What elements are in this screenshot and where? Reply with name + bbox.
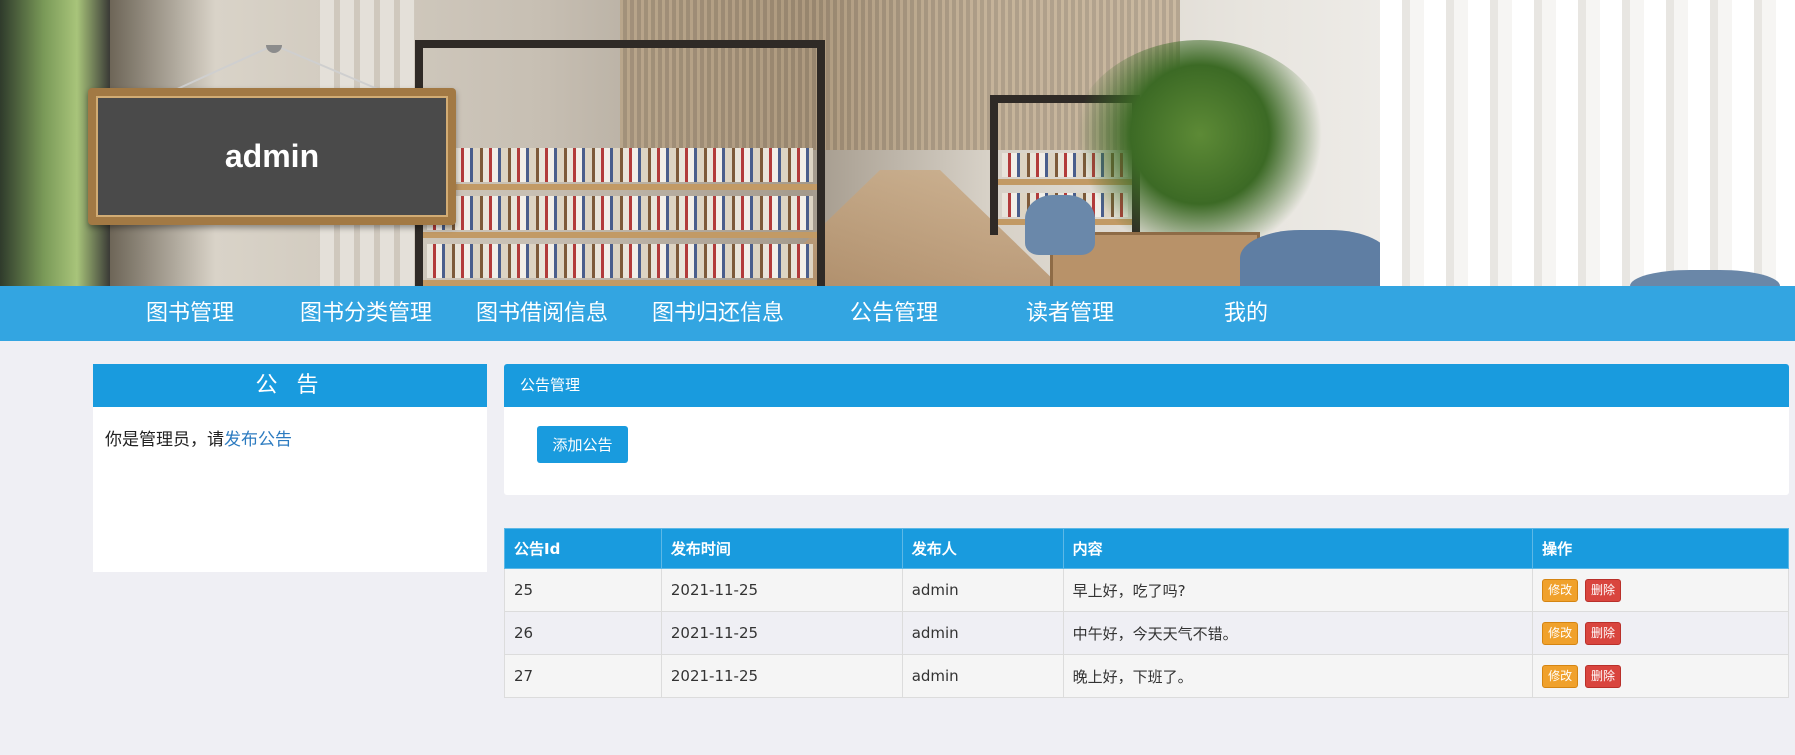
cell-actions: 修改 删除 xyxy=(1532,654,1789,698)
banner-chair xyxy=(1025,195,1095,255)
nav-item-reader-management[interactable]: 读者管理 xyxy=(1026,286,1114,341)
user-sign: admin xyxy=(88,88,456,225)
column-header-id: 公告Id xyxy=(504,528,662,569)
cell-publisher: admin xyxy=(901,611,1064,655)
nav-item-book-category[interactable]: 图书分类管理 xyxy=(300,286,432,341)
add-notice-button[interactable]: 添加公告 xyxy=(537,426,628,463)
banner-plant xyxy=(1070,40,1330,250)
table-row: 27 2021-11-25 admin 晚上好，下班了。 修改 删除 xyxy=(504,654,1789,698)
publish-notice-link[interactable]: 发布公告 xyxy=(224,430,292,450)
cell-time: 2021-11-25 xyxy=(660,654,903,698)
delete-button[interactable]: 删除 xyxy=(1584,621,1621,645)
edit-button[interactable]: 修改 xyxy=(1542,664,1579,688)
cell-publisher: admin xyxy=(901,654,1064,698)
nav-item-return-info[interactable]: 图书归还信息 xyxy=(652,286,784,341)
banner-chair xyxy=(1240,230,1390,286)
main-nav: 图书管理 图书分类管理 图书借阅信息 图书归还信息 公告管理 读者管理 我的 xyxy=(0,286,1795,341)
table-row: 25 2021-11-25 admin 早上好，吃了吗? 修改 删除 xyxy=(504,568,1789,612)
username-label: admin xyxy=(224,138,320,174)
column-header-actions: 操作 xyxy=(1532,528,1789,569)
column-header-content: 内容 xyxy=(1062,528,1534,569)
notice-table: 公告Id 发布时间 发布人 内容 操作 25 2021-11-25 admin … xyxy=(504,528,1789,698)
header-banner: admin xyxy=(0,0,1795,286)
nav-item-mine[interactable]: 我的 xyxy=(1224,286,1268,341)
delete-button[interactable]: 删除 xyxy=(1584,578,1621,602)
cell-time: 2021-11-25 xyxy=(660,611,903,655)
nav-item-book-management[interactable]: 图书管理 xyxy=(146,286,234,341)
cell-publisher: admin xyxy=(901,568,1064,612)
cell-content: 中午好，今天天气不错。 xyxy=(1062,611,1534,655)
table-header-row: 公告Id 发布时间 发布人 内容 操作 xyxy=(504,528,1789,569)
cell-content: 早上好，吃了吗? xyxy=(1062,568,1534,612)
table-row: 26 2021-11-25 admin 中午好，今天天气不错。 修改 删除 xyxy=(504,611,1789,655)
edit-button[interactable]: 修改 xyxy=(1542,578,1579,602)
cell-id: 26 xyxy=(504,611,662,655)
nav-item-notice-management[interactable]: 公告管理 xyxy=(850,286,938,341)
cell-id: 27 xyxy=(504,654,662,698)
cell-content: 晚上好，下班了。 xyxy=(1062,654,1534,698)
cell-actions: 修改 删除 xyxy=(1532,611,1789,655)
notice-management-panel: 公告管理 添加公告 xyxy=(504,364,1789,495)
delete-button[interactable]: 删除 xyxy=(1584,664,1621,688)
banner-bookshelf xyxy=(415,40,825,286)
notice-box: 公 告 你是管理员，请发布公告 xyxy=(93,364,487,572)
edit-button[interactable]: 修改 xyxy=(1542,621,1579,645)
notice-box-text: 你是管理员，请 xyxy=(105,430,224,450)
notice-box-body: 你是管理员，请发布公告 xyxy=(93,407,487,468)
cell-time: 2021-11-25 xyxy=(660,568,903,612)
column-header-time: 发布时间 xyxy=(660,528,903,569)
panel-title: 公告管理 xyxy=(504,364,1789,407)
cell-actions: 修改 删除 xyxy=(1532,568,1789,612)
sign-board: admin xyxy=(96,96,448,217)
nav-item-borrow-info[interactable]: 图书借阅信息 xyxy=(476,286,608,341)
notice-box-title: 公 告 xyxy=(93,364,487,407)
cell-id: 25 xyxy=(504,568,662,612)
banner-curtain-right xyxy=(1380,0,1795,286)
column-header-publisher: 发布人 xyxy=(901,528,1064,569)
